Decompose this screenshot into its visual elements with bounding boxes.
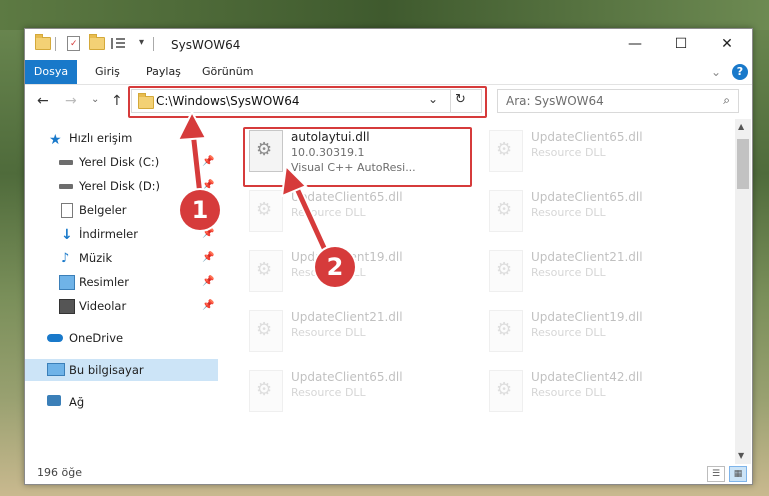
file-explorer-window: ✓ ▾ SysWOW64 — ☐ ✕ Dosya Giriş Paylaş Gö…: [24, 28, 753, 485]
drive-icon: [59, 160, 73, 165]
customize-toolbar-icon[interactable]: [111, 38, 127, 49]
back-button[interactable]: ←: [37, 93, 49, 109]
tab-file[interactable]: Dosya: [25, 60, 77, 84]
tab-view[interactable]: Görünüm: [202, 60, 253, 84]
drive-icon: [59, 184, 73, 189]
annotation-badge-2: 2: [315, 247, 355, 287]
quick-access-dropdown-icon[interactable]: ▾: [139, 37, 144, 53]
scrollbar-thumb[interactable]: [737, 139, 749, 189]
status-bar: 196 öğe ☰ ▦: [25, 464, 752, 484]
pin-icon: 📌: [202, 300, 215, 311]
pin-icon: 📌: [202, 276, 215, 287]
file-description: Resource DLL: [531, 266, 606, 279]
nav-item-videos[interactable]: Videolar 📌: [25, 295, 218, 317]
file-description: Resource DLL: [531, 206, 606, 219]
cloud-icon: [47, 334, 63, 342]
nav-item-music[interactable]: ♪ Müzik 📌: [25, 247, 218, 269]
window-title: SysWOW64: [171, 38, 241, 52]
file-item[interactable]: UpdateClient65.dll Resource DLL: [485, 124, 705, 180]
scroll-up-icon[interactable]: ▲: [738, 122, 744, 131]
file-item[interactable]: UpdateClient65.dll Resource DLL: [485, 184, 705, 240]
file-description: Resource DLL: [291, 206, 366, 219]
nav-item-quick-access[interactable]: ★ Hızlı erişim: [25, 127, 218, 149]
file-highlight-box: [243, 127, 472, 187]
computer-icon: [47, 363, 65, 376]
address-highlight-box: [128, 86, 487, 118]
dll-file-icon: [489, 310, 523, 352]
pictures-icon: [59, 275, 75, 290]
dll-file-icon: [489, 370, 523, 412]
item-count: 196 öğe: [37, 466, 82, 479]
dll-file-icon: [249, 190, 283, 232]
up-button[interactable]: ↑: [111, 93, 123, 109]
maximize-button[interactable]: ☐: [658, 29, 704, 60]
music-icon: ♪: [61, 251, 70, 266]
file-item[interactable]: UpdateClient21.dll Resource DLL: [245, 304, 465, 360]
file-name: UpdateClient21.dll: [531, 250, 643, 264]
dll-file-icon: [249, 370, 283, 412]
address-row: ← → ⌄ ↑ C:\Windows\SysWOW64 ⌄ ↻ Ara: Sys…: [25, 85, 752, 118]
file-name: UpdateClient65.dll: [531, 190, 643, 204]
file-description: Resource DLL: [291, 386, 366, 399]
file-name: UpdateClient65.dll: [291, 370, 403, 384]
search-icon[interactable]: ⌕: [723, 93, 730, 108]
file-description: Resource DLL: [531, 146, 606, 159]
file-name: UpdateClient65.dll: [531, 130, 643, 144]
vertical-scrollbar[interactable]: ▲ ▼: [735, 119, 751, 464]
file-item[interactable]: UpdateClient19.dll Resource DLL: [245, 244, 465, 300]
file-item[interactable]: UpdateClient42.dll Resource DLL: [485, 364, 705, 420]
forward-button[interactable]: →: [65, 93, 77, 109]
dll-file-icon: [249, 310, 283, 352]
pin-icon: 📌: [202, 156, 215, 167]
documents-icon: [61, 203, 73, 218]
nav-item-this-pc[interactable]: Bu bilgisayar: [25, 359, 218, 381]
videos-icon: [59, 299, 75, 314]
network-icon: [47, 395, 61, 406]
search-box[interactable]: Ara: SysWOW64 ⌕: [497, 89, 739, 113]
title-divider: [153, 37, 154, 51]
file-item[interactable]: UpdateClient19.dll Resource DLL: [485, 304, 705, 360]
star-icon: ★: [49, 132, 62, 148]
dll-file-icon: [489, 250, 523, 292]
file-name: UpdateClient21.dll: [291, 310, 403, 324]
nav-item-local-disk-c[interactable]: Yerel Disk (C:) 📌: [25, 151, 218, 173]
nav-item-onedrive[interactable]: OneDrive: [25, 327, 218, 349]
toolbar-divider: [55, 37, 56, 51]
large-icons-view-icon[interactable]: ▦: [729, 466, 747, 482]
tab-home[interactable]: Giriş: [95, 60, 120, 84]
nav-item-network[interactable]: Ağ: [25, 391, 218, 413]
file-description: Resource DLL: [531, 326, 606, 339]
file-name: UpdateClient65.dll: [291, 190, 403, 204]
dll-file-icon: [249, 250, 283, 292]
downloads-icon: ↓: [61, 227, 73, 243]
title-bar: ✓ ▾ SysWOW64 — ☐ ✕: [25, 29, 752, 60]
recent-locations-button[interactable]: ⌄: [91, 94, 99, 105]
minimize-button[interactable]: —: [612, 29, 658, 60]
file-item[interactable]: UpdateClient21.dll Resource DLL: [485, 244, 705, 300]
navigation-pane: ★ Hızlı erişim Yerel Disk (C:) 📌 Yerel D…: [25, 119, 218, 464]
ribbon-collapse-icon[interactable]: ⌄: [711, 60, 721, 84]
details-view-icon[interactable]: ☰: [707, 466, 725, 482]
annotation-badge-1: 1: [180, 190, 220, 230]
nav-item-pictures[interactable]: Resimler 📌: [25, 271, 218, 293]
new-folder-icon[interactable]: [89, 34, 105, 53]
help-icon[interactable]: ?: [732, 64, 748, 80]
file-item[interactable]: UpdateClient65.dll Resource DLL: [245, 184, 465, 240]
desktop-background: [0, 0, 769, 30]
dll-file-icon: [489, 190, 523, 232]
search-placeholder[interactable]: Ara: SysWOW64: [506, 94, 604, 108]
scroll-down-icon[interactable]: ▼: [738, 451, 744, 460]
file-description: Resource DLL: [291, 326, 366, 339]
file-item[interactable]: UpdateClient65.dll Resource DLL: [245, 364, 465, 420]
pin-icon: 📌: [202, 252, 215, 263]
ribbon-tabs: Dosya Giriş Paylaş Görünüm ⌄ ?: [25, 60, 752, 85]
properties-icon[interactable]: ✓: [67, 36, 80, 51]
file-description: Resource DLL: [531, 386, 606, 399]
folder-icon: [35, 34, 51, 53]
file-name: UpdateClient19.dll: [531, 310, 643, 324]
tab-share[interactable]: Paylaş: [146, 60, 181, 84]
close-button[interactable]: ✕: [704, 29, 750, 60]
file-name: UpdateClient42.dll: [531, 370, 643, 384]
dll-file-icon: [489, 130, 523, 172]
